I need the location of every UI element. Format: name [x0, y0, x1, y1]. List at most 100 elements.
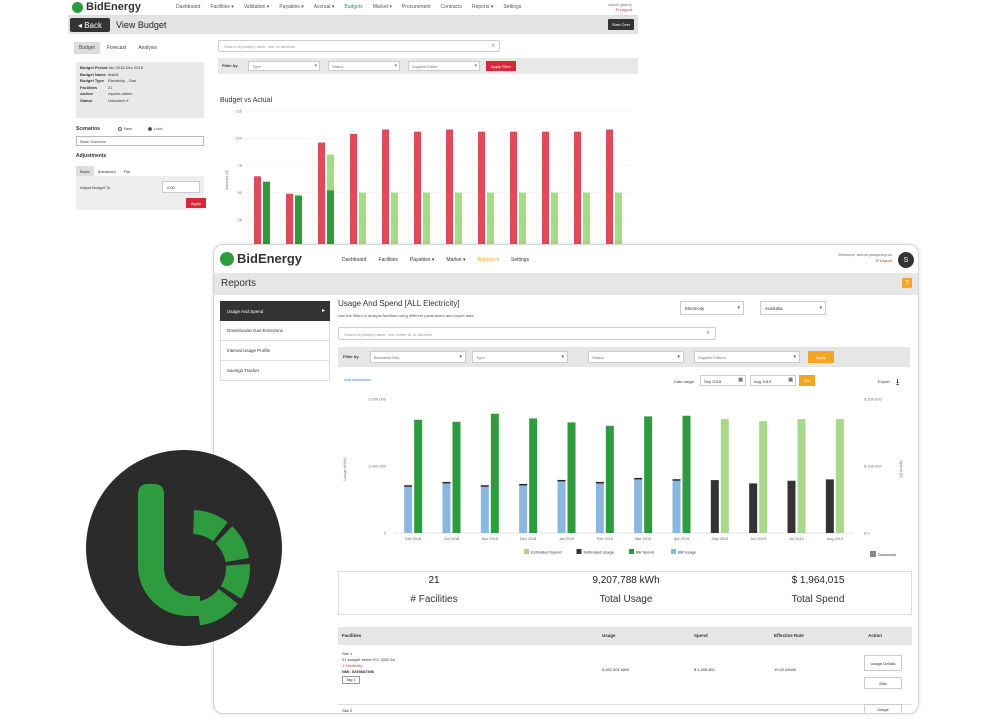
bar-budget — [606, 129, 613, 247]
export-download-icon[interactable]: ⭳ — [896, 375, 899, 391]
bar-forecast — [391, 192, 398, 247]
nav-item[interactable]: Reports ▾ — [478, 257, 499, 263]
radio-lock[interactable]: Lock — [148, 126, 162, 131]
calendar-icon: ▦ — [788, 377, 793, 383]
filter-type[interactable]: Type — [472, 351, 568, 363]
legend-label[interactable]: Bill Usage — [678, 550, 697, 555]
facility-cell: Site 1 21 sample street VIC 0000 Au 1 El… — [342, 651, 396, 684]
bar-forecast — [487, 192, 494, 247]
filter-status[interactable]: Status — [588, 351, 684, 363]
info-value: Electricity - Gas — [108, 78, 137, 83]
bar-bill-spend — [605, 425, 614, 533]
download-link[interactable]: Download — [870, 551, 896, 557]
nav-item[interactable]: Payables ▾ — [279, 4, 303, 10]
budget-vs-actual-chart: 125 100 75 50 25 Amount ($) — [224, 109, 630, 247]
filter-status[interactable]: Status — [328, 61, 400, 71]
date-from-input[interactable]: Sep 2018 ▦ — [700, 375, 746, 386]
reports-window: BidEnergy Dashboard Facilities Payables ▾ M… — [213, 244, 919, 714]
nav-item[interactable]: Facilities — [378, 257, 397, 263]
apply-button[interactable]: Apply — [808, 351, 834, 363]
col-usage[interactable]: Usage — [602, 633, 616, 638]
nav-item[interactable]: Dashboard — [342, 257, 366, 263]
bar-budget — [350, 133, 357, 247]
logout-link[interactable]: ⟲ Logout — [838, 258, 892, 264]
filter-supplier[interactable]: Supplier/Other — [408, 61, 480, 71]
legend-label[interactable]: Estimated Spend — [531, 550, 561, 555]
nav-item[interactable]: Settings — [511, 257, 529, 263]
x-tick-label: Nov 2018 — [482, 537, 498, 541]
tag-chip[interactable]: Tag 1 — [342, 676, 360, 684]
nav-item[interactable]: Dashboard — [176, 4, 200, 10]
radio-new[interactable]: New — [118, 126, 132, 131]
filter-supplier[interactable]: Supplier/Others — [694, 351, 800, 363]
top-nav: BidEnergy Dashboard Facilities ▾ Validatio… — [68, 0, 638, 16]
nav-item[interactable]: Contracts — [441, 4, 462, 10]
back-button[interactable]: ◂ Back — [70, 18, 110, 32]
legend-swatch — [576, 549, 582, 554]
logo[interactable]: BidEnergy — [72, 1, 141, 13]
legend-label[interactable]: Estimated Usage — [584, 550, 615, 555]
nav-item[interactable]: Accrual ▾ — [314, 4, 335, 10]
tab-advanced[interactable]: Advanced — [94, 166, 120, 176]
search-input[interactable]: Search by facility name, nmi, meter Id, … — [338, 327, 716, 340]
export-label: Export — [878, 379, 890, 384]
nav-item[interactable]: Settings — [503, 4, 521, 10]
bar-bill-usage — [557, 481, 566, 533]
country-select[interactable]: Australia — [760, 301, 826, 315]
nav-item[interactable]: Procurement — [402, 4, 431, 10]
tab-file[interactable]: File — [120, 166, 134, 176]
avatar[interactable]: S — [898, 252, 914, 268]
side-menu-item[interactable]: Usage And Spend — [220, 301, 330, 321]
nav-item[interactable]: Validation ▾ — [244, 4, 270, 10]
add-annotation-link[interactable]: Add annotation — [344, 377, 371, 382]
bar-forecast — [423, 192, 430, 247]
side-menu-item[interactable]: Greenhouse Gas Emissions — [220, 321, 330, 341]
search-input[interactable]: Search by facility name, nmi, or address… — [218, 40, 500, 52]
col-effective-rate[interactable]: Effective Rate — [774, 633, 804, 638]
adjust-budget-label: Adjust Budget To — [80, 185, 111, 190]
nav-item[interactable]: Payables ▾ — [410, 257, 434, 263]
go-button[interactable]: Go — [799, 375, 815, 386]
tab-basic[interactable]: Basic — [76, 166, 94, 176]
apply-filter-button[interactable]: Apply Filter — [486, 61, 516, 71]
nav-item[interactable]: Facilities ▾ — [210, 4, 233, 10]
logo[interactable]: BidEnergy — [220, 251, 302, 266]
filter-business-units[interactable]: BusinessUnits — [370, 351, 466, 363]
bar-estimated-usage-cap — [519, 483, 528, 486]
legend-swatch — [629, 549, 634, 554]
nav-item[interactable]: Market ▾ — [373, 4, 392, 10]
help-icon[interactable]: ? — [902, 278, 912, 288]
legend-label[interactable]: Bill Spend — [636, 550, 654, 555]
filter-label: Filter by — [343, 354, 359, 359]
tab-budget[interactable]: Budget — [74, 42, 100, 54]
search-icon: ⌕ — [706, 330, 710, 336]
commodity-select[interactable]: Electricity — [680, 301, 744, 315]
side-menu-item[interactable]: Savings Tracker — [220, 361, 330, 381]
logout-link[interactable]: ⟲ Logout — [608, 7, 632, 12]
filter-type[interactable]: Type — [248, 61, 320, 71]
col-spend[interactable]: Spend — [694, 633, 708, 638]
usage-details-button[interactable]: Usage Details — [864, 655, 902, 671]
bar-estimated-usage-cap — [557, 479, 566, 482]
date-to-input[interactable]: Aug 2019 ▦ — [750, 375, 796, 386]
filter-bar: Filter by BusinessUnits Type Status Supp… — [338, 347, 910, 367]
facilities-table-header: Facilities Usage Spend Effective Rate Ac… — [338, 627, 912, 645]
top-nav: BidEnergy Dashboard Facilities Payables ▾ M… — [214, 245, 918, 273]
nav-item[interactable]: Reports ▾ — [472, 4, 493, 10]
tab-forecast[interactable]: Forecast — [101, 42, 132, 54]
usage-button[interactable]: Usage — [864, 704, 902, 713]
nav-item[interactable]: Market ▾ — [446, 257, 465, 263]
bills-button[interactable]: Bills — [864, 677, 902, 689]
spend-cell: $ 1,058,801 — [694, 667, 716, 672]
col-facilities[interactable]: Facilities — [342, 633, 361, 638]
legend-swatch — [671, 549, 676, 554]
bar-forecast — [519, 192, 526, 247]
scenario-select[interactable]: Base Scenario — [76, 136, 204, 146]
bar-budget — [318, 142, 325, 247]
nav-item[interactable]: Budgets — [344, 4, 362, 10]
side-menu-item[interactable]: Interval Usage Profile — [220, 341, 330, 361]
tab-analysis[interactable]: Analysis — [133, 42, 162, 54]
start-over-button[interactable]: Start Over — [608, 19, 634, 30]
adjust-budget-input[interactable]: 0.00 — [162, 181, 200, 193]
apply-button[interactable]: Apply — [186, 198, 206, 208]
